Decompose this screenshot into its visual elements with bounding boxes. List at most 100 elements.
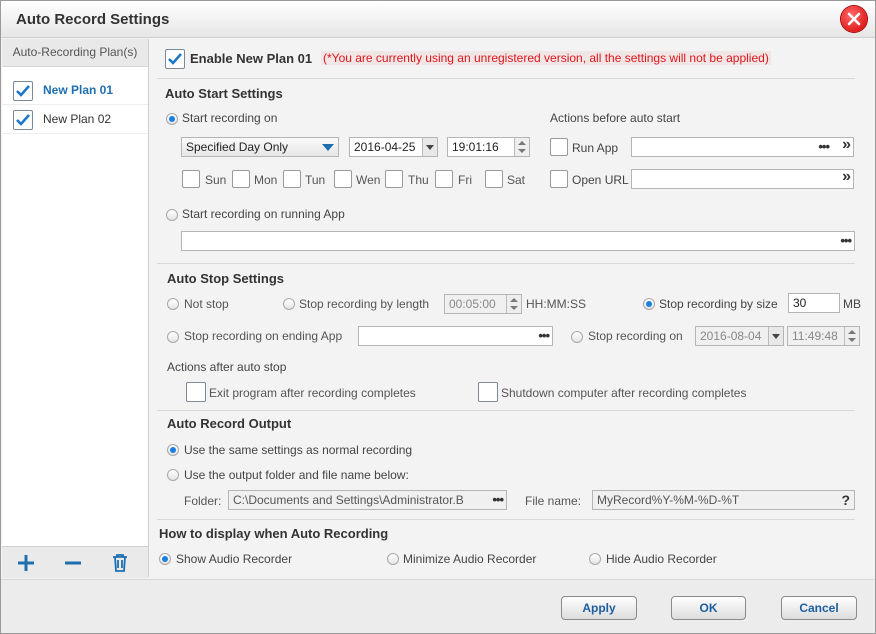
- day-checkbox-wen[interactable]: [334, 170, 352, 188]
- browse-icon[interactable]: •••: [840, 232, 852, 250]
- custom-output-label: Use the output folder and file name belo…: [184, 468, 409, 482]
- stop-size-value: 30: [793, 296, 807, 310]
- divider: [157, 519, 855, 520]
- add-plan-button[interactable]: [16, 553, 38, 573]
- shutdown-checkbox[interactable]: [478, 382, 498, 402]
- stop-on-ending-app-radio[interactable]: [167, 331, 179, 343]
- browse-icon[interactable]: •••: [818, 138, 830, 156]
- day-label-sat: Sat: [507, 173, 526, 187]
- title-bar: Auto Record Settings: [1, 1, 875, 38]
- display-title: How to display when Auto Recording: [159, 526, 389, 541]
- day-checkbox-fri[interactable]: [435, 170, 453, 188]
- day-checkbox-thu[interactable]: [385, 170, 403, 188]
- hide-recorder-radio[interactable]: [589, 553, 601, 565]
- calendar-dropdown-icon[interactable]: [422, 138, 437, 156]
- browse-icon[interactable]: •••: [490, 491, 504, 509]
- size-unit-label: MB: [843, 297, 861, 311]
- folder-input[interactable]: C:\Documents and Settings\Administrator.…: [228, 490, 507, 510]
- folder-value: C:\Documents and Settings\Administrator.…: [233, 493, 464, 507]
- remove-plan-button[interactable]: [63, 553, 85, 573]
- stop-by-size-label: Stop recording by size: [659, 297, 778, 311]
- open-url-input[interactable]: »: [631, 169, 854, 189]
- delete-plan-button[interactable]: [110, 553, 132, 573]
- filename-input[interactable]: MyRecord%Y-%M-%D-%T ?: [592, 490, 855, 510]
- day-label-tun: Tun: [305, 173, 326, 187]
- start-on-running-app-radio[interactable]: [166, 209, 178, 221]
- plan-label: New Plan 01: [43, 83, 114, 97]
- minus-icon: [65, 561, 81, 565]
- run-app-label: Run App: [572, 141, 619, 155]
- not-stop-radio[interactable]: [167, 298, 179, 310]
- plan-item-new-plan-01[interactable]: New Plan 01: [2, 76, 148, 105]
- stop-by-length-label: Stop recording by length: [299, 297, 430, 311]
- time-spinner-icon[interactable]: [844, 327, 859, 345]
- browse-icon[interactable]: •••: [538, 327, 550, 345]
- help-icon[interactable]: ?: [841, 491, 850, 509]
- day-label-mon: Mon: [254, 173, 278, 187]
- stop-size-input[interactable]: 30: [788, 293, 840, 313]
- time-spinner-icon[interactable]: [514, 138, 529, 156]
- day-label-wen: Wen: [356, 173, 381, 187]
- day-label-fri: Fri: [458, 173, 472, 187]
- stop-by-size-radio[interactable]: [643, 298, 655, 310]
- plans-header: Auto-Recording Plan(s): [2, 39, 148, 67]
- stop-length-spinner[interactable]: 00:05:00: [444, 294, 522, 314]
- stop-length-value: 00:05:00: [449, 297, 496, 311]
- start-mode-select[interactable]: Specified Day Only: [181, 137, 339, 157]
- unregistered-warning: (*You are currently using an unregistere…: [321, 51, 771, 65]
- show-recorder-radio[interactable]: [159, 553, 171, 565]
- day-checkbox-sun[interactable]: [182, 170, 200, 188]
- day-label-sun: Sun: [205, 173, 227, 187]
- trash-icon: [113, 554, 127, 572]
- run-app-input[interactable]: ••• »: [631, 137, 854, 157]
- same-settings-label: Use the same settings as normal recordin…: [184, 443, 413, 457]
- minimize-recorder-label: Minimize Audio Recorder: [403, 552, 537, 566]
- go-icon[interactable]: »: [842, 170, 851, 186]
- folder-label: Folder:: [184, 494, 222, 508]
- ending-app-input[interactable]: •••: [358, 326, 553, 346]
- ok-button[interactable]: OK: [671, 596, 746, 620]
- start-date-picker[interactable]: 2016-04-25: [349, 137, 438, 157]
- enable-plan-label: Enable New Plan 01: [190, 51, 313, 66]
- running-app-input[interactable]: •••: [181, 231, 855, 251]
- day-label-thu: Thu: [408, 173, 429, 187]
- plan-settings: Enable New Plan 01 (*You are currently u…: [149, 39, 875, 579]
- start-time-spinner[interactable]: 19:01:16: [447, 137, 530, 157]
- shutdown-label: Shutdown computer after recording comple…: [501, 386, 747, 400]
- exit-program-checkbox[interactable]: [186, 382, 206, 402]
- plan-enabled-checkbox[interactable]: [13, 81, 33, 101]
- plan-item-new-plan-02[interactable]: New Plan 02: [2, 105, 148, 134]
- filename-value: MyRecord%Y-%M-%D-%T: [597, 493, 740, 507]
- enable-plan-checkbox[interactable]: [165, 49, 185, 69]
- divider: [157, 78, 855, 79]
- actions-after-title: Actions after auto stop: [167, 360, 287, 374]
- show-recorder-label: Show Audio Recorder: [176, 552, 293, 566]
- same-settings-radio[interactable]: [167, 444, 179, 456]
- open-url-checkbox[interactable]: [550, 170, 568, 188]
- length-spinner-icon[interactable]: [506, 295, 521, 313]
- cancel-button[interactable]: Cancel: [781, 596, 857, 620]
- stop-by-length-radio[interactable]: [283, 298, 295, 310]
- day-checkbox-sat[interactable]: [485, 170, 503, 188]
- minimize-recorder-radio[interactable]: [387, 553, 399, 565]
- stop-time-spinner[interactable]: 11:49:48: [787, 326, 860, 346]
- start-recording-on-radio[interactable]: [166, 113, 178, 125]
- run-app-checkbox[interactable]: [550, 138, 568, 156]
- checkmark-icon: [16, 114, 30, 126]
- go-icon[interactable]: »: [842, 138, 851, 154]
- output-title: Auto Record Output: [167, 416, 292, 431]
- stop-date-picker[interactable]: 2016-08-04: [695, 326, 784, 346]
- hide-recorder-label: Hide Audio Recorder: [606, 552, 717, 566]
- day-checkbox-tun[interactable]: [283, 170, 301, 188]
- checkmark-icon: [168, 53, 182, 65]
- calendar-dropdown-icon[interactable]: [768, 327, 783, 345]
- start-on-running-app-label: Start recording on running App: [182, 207, 345, 221]
- custom-output-radio[interactable]: [167, 469, 179, 481]
- dialog-button-bar: Apply OK Cancel: [1, 579, 875, 633]
- stop-on-date-radio[interactable]: [571, 331, 583, 343]
- apply-button[interactable]: Apply: [561, 596, 637, 620]
- close-button[interactable]: [841, 6, 867, 32]
- plan-enabled-checkbox[interactable]: [13, 110, 33, 130]
- day-checkbox-mon[interactable]: [232, 170, 250, 188]
- chevron-down-icon: [322, 144, 334, 151]
